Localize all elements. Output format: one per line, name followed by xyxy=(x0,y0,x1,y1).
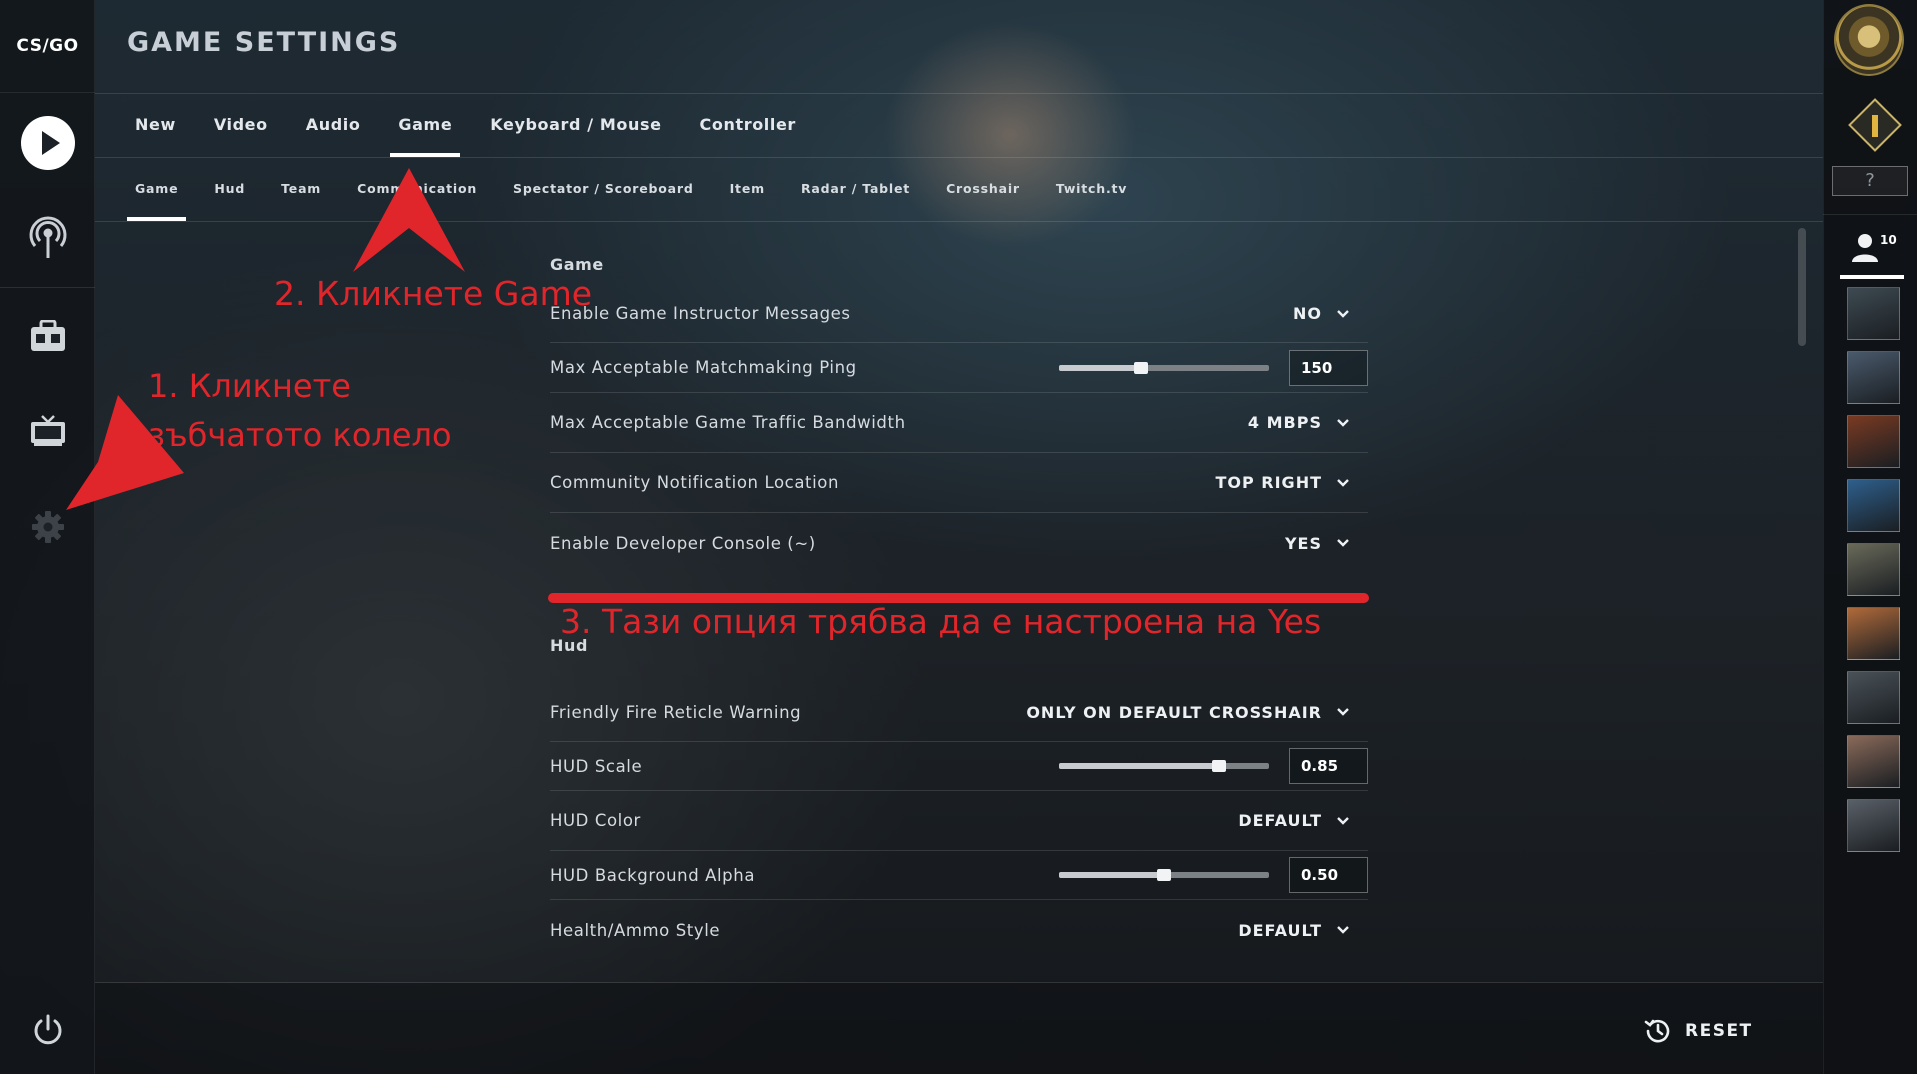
friends-count: 10 xyxy=(1880,233,1897,247)
annotation-arrow-up xyxy=(353,168,465,272)
reset-history-icon xyxy=(1644,1019,1670,1043)
friend-avatar[interactable] xyxy=(1847,415,1900,468)
right-sidebar xyxy=(1823,0,1917,1074)
reset-label: RESET xyxy=(1685,1021,1753,1041)
bottom-bar xyxy=(95,983,1823,1074)
friend-avatar[interactable] xyxy=(1847,735,1900,788)
reset-button[interactable]: RESET xyxy=(1643,1016,1753,1046)
friends-icon xyxy=(1852,234,1878,262)
friend-avatar[interactable] xyxy=(1847,479,1900,532)
friend-avatar[interactable] xyxy=(1847,351,1900,404)
friend-avatar[interactable] xyxy=(1847,287,1900,340)
friend-avatar[interactable] xyxy=(1847,607,1900,660)
annotation-arrows xyxy=(66,168,465,510)
friend-avatar[interactable] xyxy=(1847,799,1900,852)
help-button[interactable]: ? xyxy=(1832,166,1908,196)
annotation-step3: 3. Тази опция трябва да е настроена на Y… xyxy=(560,602,1322,641)
annotation-step1: 1. Кликнете зъбчатото колело xyxy=(148,367,452,454)
friend-avatar[interactable] xyxy=(1847,671,1900,724)
annotation-step2: 2. Кликнете Game xyxy=(274,274,593,313)
profile-medal-icon[interactable] xyxy=(1834,4,1904,76)
friend-avatar[interactable] xyxy=(1847,543,1900,596)
rank-bar xyxy=(1872,115,1878,137)
